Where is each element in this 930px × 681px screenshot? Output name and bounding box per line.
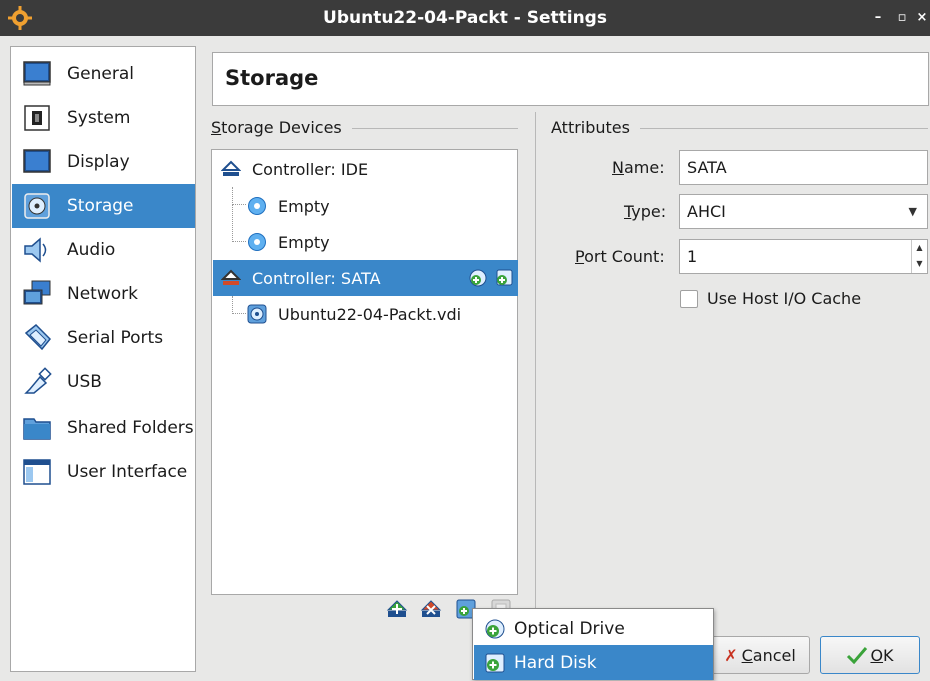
panel-separator (535, 112, 536, 652)
tree-row-empty-2[interactable]: Empty (213, 224, 518, 260)
folder-icon (20, 411, 54, 445)
menu-item-hard-disk[interactable]: Hard Disk (474, 645, 713, 680)
tree-row-vdi[interactable]: Ubuntu22-04-Packt.vdi (213, 296, 518, 332)
window-title: Ubuntu22-04-Packt - Settings (323, 8, 607, 28)
sidebar-item-shared-folders[interactable]: Shared Folders (12, 406, 195, 450)
add-hard-disk-icon (485, 653, 505, 672)
optical-disc-icon (247, 232, 267, 252)
chevron-down-icon: ▼ (908, 205, 917, 218)
menu-item-label: Optical Drive (514, 618, 625, 639)
storage-tree[interactable]: Controller: IDE Empty Empty Controller: … (211, 149, 518, 595)
sidebar-item-network[interactable]: Network (12, 272, 195, 316)
add-controller-icon[interactable] (386, 598, 408, 620)
port-count-stepper[interactable]: ▲ ▼ (911, 240, 927, 273)
page-header: Storage (212, 52, 929, 106)
sidebar-item-label: User Interface (67, 462, 188, 482)
tree-row-controller-ide[interactable]: Controller: IDE (213, 151, 518, 187)
ok-check-icon (847, 647, 868, 664)
add-optical-drive-icon (485, 619, 505, 638)
controller-icon (221, 268, 241, 288)
sidebar-item-usb[interactable]: USB (12, 360, 195, 404)
type-select[interactable]: AHCI ▼ (679, 194, 928, 229)
sidebar-item-label: Storage (67, 196, 134, 216)
remove-controller-icon[interactable] (420, 598, 442, 620)
tree-row-empty-1[interactable]: Empty (213, 188, 518, 224)
sidebar-item-system[interactable]: System (12, 96, 195, 140)
controller-icon (221, 159, 241, 179)
menu-item-optical-drive[interactable]: Optical Drive (474, 611, 713, 646)
maximize-button[interactable]: ▫ (892, 8, 912, 28)
menu-item-label: Hard Disk (514, 652, 597, 673)
type-label: Type: (624, 202, 667, 221)
group-divider (640, 128, 928, 129)
optical-disc-icon (247, 196, 267, 216)
hard-disk-icon (247, 304, 267, 324)
tree-row-label: Controller: IDE (252, 159, 369, 179)
add-hard-disk-icon[interactable] (494, 268, 514, 288)
sidebar-item-label: Network (67, 284, 138, 304)
use-host-io-cache-checkbox[interactable] (680, 290, 698, 308)
sidebar-item-label: General (67, 64, 134, 84)
group-divider (350, 128, 518, 129)
tree-row-label: Controller: SATA (252, 268, 381, 288)
chevron-up-icon[interactable]: ▲ (912, 240, 927, 256)
sidebar-item-label: System (67, 108, 131, 128)
storage-devices-title: Storage Devices (211, 118, 352, 137)
use-host-io-cache-label[interactable]: Use Host I/O Cache (707, 289, 861, 308)
close-button[interactable]: × (912, 8, 930, 28)
chip-icon (20, 101, 54, 135)
minimize-button[interactable]: – (868, 8, 888, 28)
sidebar-item-serial-ports[interactable]: Serial Ports (12, 316, 195, 360)
tree-row-label: Empty (278, 232, 330, 252)
port-count-label: Port Count: (575, 247, 665, 266)
controller-actions (468, 268, 514, 288)
serial-port-icon (20, 321, 54, 355)
sidebar-item-label: Shared Folders (67, 418, 194, 438)
port-count-spinbox[interactable]: 1 ▲ ▼ (679, 239, 928, 274)
tree-row-label: Empty (278, 196, 330, 216)
settings-sidebar: General System Display Storage Audio Net… (10, 46, 196, 672)
ok-button[interactable]: OK (820, 636, 920, 674)
add-optical-drive-icon[interactable] (468, 268, 488, 288)
tree-row-label: Ubuntu22-04-Packt.vdi (278, 304, 462, 324)
cancel-button[interactable]: ✗ Cancel (710, 636, 810, 674)
name-field[interactable]: SATA (679, 150, 928, 185)
sidebar-item-label: Serial Ports (67, 328, 164, 348)
sidebar-item-label: USB (67, 372, 102, 392)
chevron-down-icon[interactable]: ▼ (912, 256, 927, 272)
sidebar-item-label: Audio (67, 240, 116, 260)
cancel-icon: ✗ (724, 645, 738, 665)
sidebar-item-storage[interactable]: Storage (12, 184, 195, 228)
sidebar-item-display[interactable]: Display (12, 140, 195, 184)
monitor-icon (20, 57, 54, 91)
usb-icon (20, 365, 54, 399)
network-icon (20, 277, 54, 311)
disk-icon (20, 189, 54, 223)
sidebar-item-audio[interactable]: Audio (12, 228, 195, 272)
add-attachment-menu: Optical Drive Hard Disk (472, 608, 714, 680)
sidebar-item-label: Display (67, 152, 130, 172)
page-title: Storage (225, 66, 319, 90)
tree-row-controller-sata[interactable]: Controller: SATA (213, 260, 518, 296)
title-bar: Ubuntu22-04-Packt - Settings – ▫ × (0, 0, 930, 36)
name-label: Name: (612, 158, 665, 177)
sidebar-item-general[interactable]: General (12, 52, 195, 96)
display-icon (20, 145, 54, 179)
attributes-title: Attributes (551, 118, 640, 137)
sidebar-item-user-interface[interactable]: User Interface (12, 450, 195, 494)
window-icon (20, 455, 54, 489)
speaker-icon (20, 233, 54, 267)
